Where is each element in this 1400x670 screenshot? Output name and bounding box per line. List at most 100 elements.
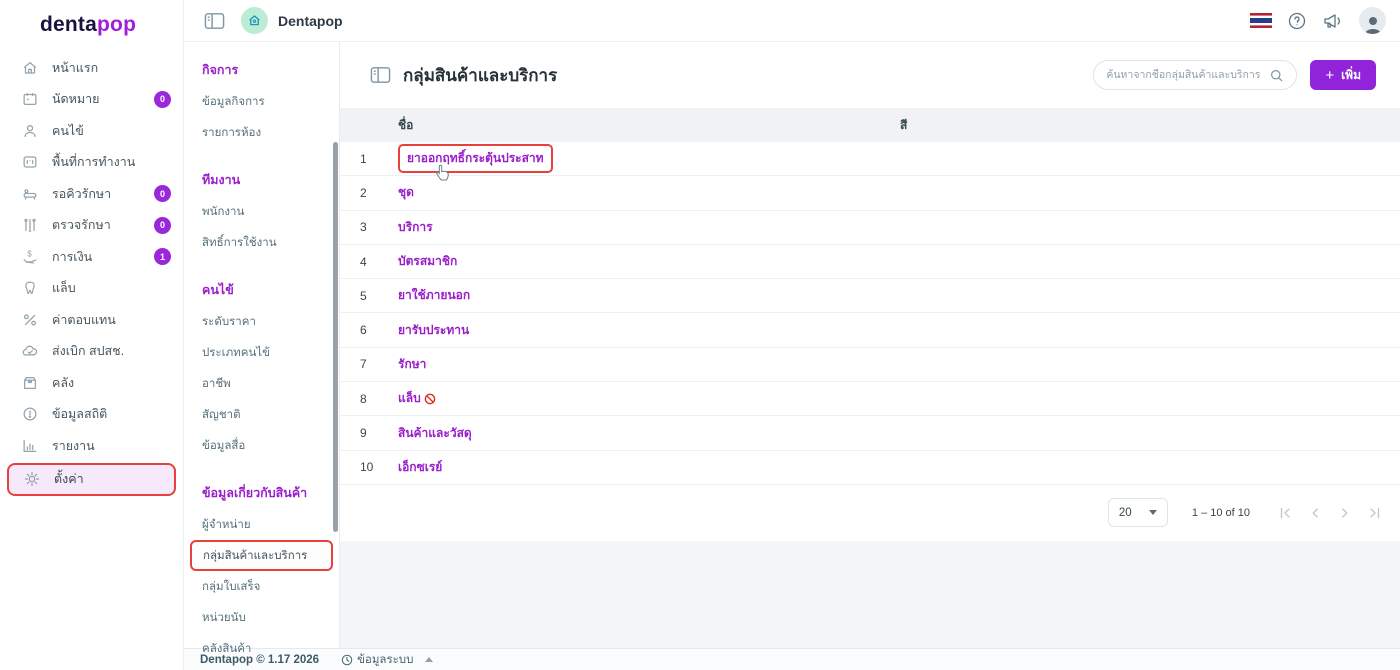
- dental-tools-icon: [21, 216, 39, 234]
- sidebar-item-compensation[interactable]: ค่าตอบแทน: [0, 304, 183, 336]
- blocked-icon: [424, 393, 436, 405]
- add-button[interactable]: + เพิ่ม: [1310, 60, 1376, 90]
- page-size-select[interactable]: 20: [1108, 498, 1168, 527]
- sidebar-item-nhso-claims[interactable]: ส่งเบิก สปสช.: [0, 336, 183, 368]
- sidebar-item-lab[interactable]: แล็บ: [0, 273, 183, 305]
- submenu-item-product-groups[interactable]: กลุ่มสินค้าและบริการ: [190, 540, 333, 571]
- row-index: 4: [340, 255, 398, 269]
- statistics-icon: [21, 405, 39, 423]
- table-row: 8 แล็บ: [340, 382, 1400, 416]
- announcement-icon[interactable]: [1322, 11, 1344, 31]
- submenu-item-patient-type[interactable]: ประเภทคนไข้: [184, 337, 339, 368]
- add-button-label: เพิ่ม: [1341, 66, 1361, 85]
- svg-text:$: $: [27, 249, 32, 258]
- group-link[interactable]: เอ็กซเรย์: [398, 458, 442, 477]
- group-link[interactable]: แล็บ: [398, 389, 436, 408]
- sidebar-item-statistics[interactable]: ข้อมูลสถิติ: [0, 399, 183, 431]
- sidebar-item-label: รายงาน: [52, 436, 95, 456]
- main-header: กลุ่มสินค้าและบริการ + เพิ่ม: [340, 42, 1400, 108]
- prev-page-icon[interactable]: [1308, 506, 1322, 520]
- home-icon: [21, 59, 39, 77]
- submenu-item-price-level[interactable]: ระดับราคา: [184, 306, 339, 337]
- row-index: 5: [340, 289, 398, 303]
- clinic-name[interactable]: Dentapop: [278, 13, 343, 29]
- submenu-item-staff[interactable]: พนักงาน: [184, 196, 339, 227]
- row-index: 9: [340, 426, 398, 440]
- sidebar-item-label: พื้นที่การทำงาน: [52, 152, 135, 172]
- group-link[interactable]: ยาใช้ภายนอก: [398, 286, 470, 305]
- last-page-icon[interactable]: [1368, 506, 1382, 520]
- submenu-item-media-info[interactable]: ข้อมูลสื่อ: [184, 430, 339, 461]
- submenu-item-product-inventory[interactable]: คลังสินค้า: [184, 633, 339, 664]
- sidebar-item-treatment-queue[interactable]: รอคิวรักษา 0: [0, 178, 183, 210]
- sidebar-item-patients[interactable]: คนไข้: [0, 115, 183, 147]
- middle-area: กิจการ ข้อมูลกิจการ รายการห้อง ทีมงาน พน…: [184, 42, 1400, 648]
- sidebar-item-home[interactable]: หน้าแรก: [0, 52, 183, 84]
- group-link[interactable]: ยารับประทาน: [398, 321, 469, 340]
- logo-text-pop: pop: [97, 13, 136, 37]
- group-link[interactable]: ชุด: [398, 183, 414, 202]
- dentapop-logo[interactable]: dentapop: [0, 0, 183, 50]
- next-page-icon[interactable]: [1338, 506, 1352, 520]
- table-header: ชื่อ สี: [340, 108, 1400, 142]
- table-row: 6 ยารับประทาน: [340, 313, 1400, 347]
- submenu-item-permissions[interactable]: สิทธิ์การใช้งาน: [184, 227, 339, 258]
- row-index: 7: [340, 357, 398, 371]
- clock-icon: [341, 654, 353, 666]
- main-content: กลุ่มสินค้าและบริการ + เพิ่ม ชื่อ สี: [340, 42, 1400, 648]
- submenu-item-occupation[interactable]: อาชีพ: [184, 368, 339, 399]
- queue-chair-icon: [21, 185, 39, 203]
- sidebar-item-workspace[interactable]: พื้นที่การทำงาน: [0, 147, 183, 179]
- chevron-down-icon: [1149, 510, 1157, 515]
- sidebar-item-appointments[interactable]: นัดหมาย 0: [0, 84, 183, 116]
- sidebar-toggle-icon[interactable]: [204, 12, 225, 30]
- submenu-item-nationality[interactable]: สัญชาติ: [184, 399, 339, 430]
- thai-flag-icon[interactable]: [1250, 13, 1272, 28]
- search-box[interactable]: [1093, 60, 1297, 90]
- finance-icon: $: [21, 248, 39, 266]
- column-color: สี: [900, 116, 1400, 135]
- app-root: dentapop หน้าแรก นัดหมาย 0 คนไข้ พื้นที่…: [0, 0, 1400, 670]
- submenu-section-products: ข้อมูลเกี่ยวกับสินค้า ผู้จำหน่าย กลุ่มสิ…: [184, 475, 339, 664]
- percent-icon: [21, 311, 39, 329]
- cloud-claim-icon: [21, 342, 39, 360]
- plus-icon: +: [1325, 67, 1334, 84]
- sidebar-item-settings[interactable]: ตั้งค่า: [7, 463, 176, 496]
- group-link[interactable]: สินค้าและวัสดุ: [398, 424, 472, 443]
- submenu-item-vendors[interactable]: ผู้จำหน่าย: [184, 509, 339, 540]
- sidebar-item-label: คนไข้: [52, 121, 84, 141]
- clinic-home-icon[interactable]: [241, 7, 268, 34]
- page-title: กลุ่มสินค้าและบริการ: [403, 62, 557, 89]
- search-icon[interactable]: [1269, 68, 1284, 83]
- sidebar-item-reports[interactable]: รายงาน: [0, 430, 183, 462]
- submenu-item-receipt-groups[interactable]: กลุ่มใบเสร็จ: [184, 571, 339, 602]
- table-row: 7 รักษา: [340, 348, 1400, 382]
- sidebar-item-examination[interactable]: ตรวจรักษา 0: [0, 210, 183, 242]
- submenu-item-units[interactable]: หน่วยนับ: [184, 602, 339, 633]
- sidebar-item-label: คลัง: [52, 373, 74, 393]
- settings-submenu: กิจการ ข้อมูลกิจการ รายการห้อง ทีมงาน พน…: [184, 42, 340, 648]
- sidebar-item-finance[interactable]: $ การเงิน 1: [0, 241, 183, 273]
- submenu-item-room-list[interactable]: รายการห้อง: [184, 117, 339, 148]
- report-icon: [21, 437, 39, 455]
- table-row: 5 ยาใช้ภายนอก: [340, 279, 1400, 313]
- row-index: 3: [340, 220, 398, 234]
- group-link[interactable]: บัตรสมาชิก: [398, 252, 457, 271]
- avatar[interactable]: [1359, 7, 1386, 34]
- left-sidebar: dentapop หน้าแรก นัดหมาย 0 คนไข้ พื้นที่…: [0, 0, 184, 670]
- search-input[interactable]: [1106, 69, 1269, 81]
- inventory-icon: [21, 374, 39, 392]
- help-icon[interactable]: [1287, 11, 1307, 31]
- first-page-icon[interactable]: [1278, 506, 1292, 520]
- group-link[interactable]: ยาออกฤทธิ์กระตุ้นประสาท: [398, 144, 553, 173]
- group-link[interactable]: บริการ: [398, 218, 433, 237]
- row-index: 2: [340, 186, 398, 200]
- system-info[interactable]: ข้อมูลระบบ: [341, 651, 433, 669]
- group-link[interactable]: รักษา: [398, 355, 426, 374]
- collapse-caret-icon[interactable]: [425, 657, 433, 662]
- sidebar-item-inventory[interactable]: คลัง: [0, 367, 183, 399]
- submenu-scrollbar[interactable]: [333, 142, 338, 532]
- sidebar-item-label: ตั้งค่า: [54, 469, 84, 489]
- settings-icon: [23, 470, 41, 488]
- submenu-item-business-info[interactable]: ข้อมูลกิจการ: [184, 86, 339, 117]
